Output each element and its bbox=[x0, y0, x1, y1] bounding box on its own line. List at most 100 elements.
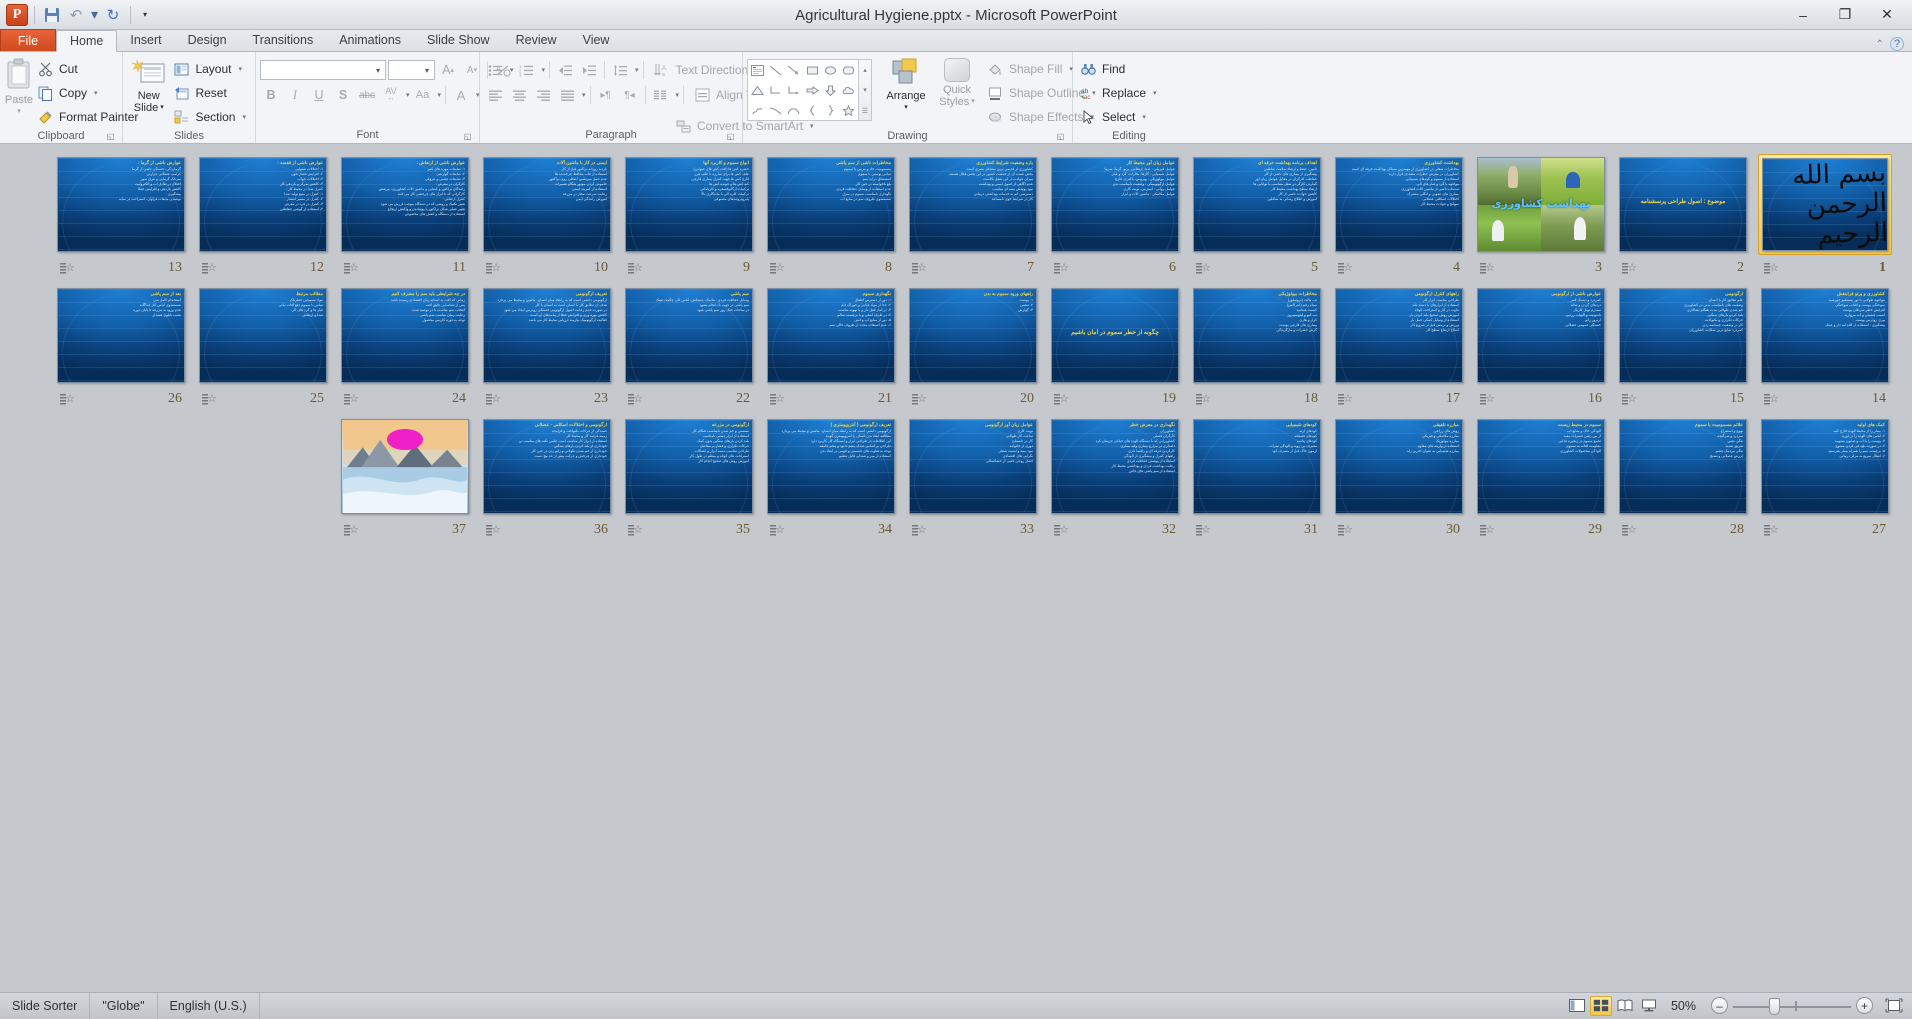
change-case-icon[interactable]: Aa bbox=[412, 84, 434, 106]
bold-icon[interactable]: B bbox=[260, 84, 282, 106]
customize-qat-icon[interactable]: ▾ bbox=[137, 4, 153, 26]
slide-thumbnail[interactable]: مخاطرات ناشی از سم پاشیمسمومیت حاد و مزم… bbox=[764, 154, 898, 255]
slide-thumbnail[interactable]: کمک های اولیه۱- بیمار را از محیط آلوده خ… bbox=[1758, 416, 1892, 517]
slide-sorter-work-area[interactable]: بسم الله الرحمن الرحیم☆1موضوع : اصول طرا… bbox=[0, 144, 1912, 966]
zoom-in-button[interactable]: + bbox=[1856, 997, 1873, 1014]
shapes-gallery-more-icon[interactable]: ☰ bbox=[859, 101, 871, 120]
tab-design[interactable]: Design bbox=[175, 29, 240, 51]
help-icon[interactable]: ? bbox=[1890, 37, 1904, 51]
transition-star-icon[interactable]: ☆ bbox=[1622, 524, 1637, 537]
shape-block-arrow-right-icon[interactable] bbox=[803, 80, 821, 100]
slide-thumbnail[interactable]: بهداشت کشاورزیمخاطرات شغلی در کشاورزی از… bbox=[1332, 154, 1466, 255]
save-icon[interactable] bbox=[41, 4, 63, 26]
transition-star-icon[interactable]: ☆ bbox=[1622, 393, 1637, 406]
zoom-out-button[interactable]: – bbox=[1711, 997, 1728, 1014]
tab-home[interactable]: Home bbox=[56, 30, 117, 52]
slide-thumbnail[interactable]: تعریف ارگونومی ( آنتروپومتری )ارگونومی د… bbox=[764, 416, 898, 517]
bullets-icon[interactable] bbox=[484, 59, 506, 81]
transition-star-icon[interactable]: ☆ bbox=[60, 393, 75, 406]
undo-dropdown-icon[interactable]: ▾ bbox=[89, 4, 100, 26]
reading-view-button[interactable] bbox=[1614, 996, 1636, 1016]
slide-thumbnail[interactable]: انواع سموم و کاربرد آنهاحشره کش ها (آفت … bbox=[622, 154, 756, 255]
slide-thumbnail[interactable]: مخاطرات بیولوژیکیتب مالت (بروسلوز)سیاه ز… bbox=[1190, 285, 1324, 386]
bullets-caret-icon[interactable]: ▾ bbox=[510, 66, 514, 74]
shape-line-icon[interactable] bbox=[766, 60, 784, 80]
transition-star-icon[interactable]: ☆ bbox=[770, 262, 785, 275]
slide-thumbnail[interactable]: اهداف برنامه بهداشت حرفه ایتامین، حفظ و … bbox=[1190, 154, 1324, 255]
text-shadow-icon[interactable]: S bbox=[332, 84, 354, 106]
tab-file[interactable]: File bbox=[0, 29, 56, 51]
slide-thumbnail[interactable]: در چه شرایطی باید سم را مصرف کنیمزمانی ک… bbox=[338, 285, 472, 386]
clipboard-dialog-launcher[interactable]: ◱ bbox=[105, 131, 116, 142]
section-caret-icon[interactable]: ▾ bbox=[242, 113, 246, 121]
font-name-dropdown-icon[interactable]: ▾ bbox=[373, 66, 383, 75]
shape-arc-icon[interactable] bbox=[785, 100, 803, 120]
transition-star-icon[interactable]: ☆ bbox=[1196, 524, 1211, 537]
quick-styles-button[interactable]: Quick Styles ▾ bbox=[932, 55, 982, 128]
shapes-gallery[interactable] bbox=[747, 59, 859, 121]
slide-thumbnail[interactable]: بازه وضعیت شرایط کشاورزیکشاورزی از قدیمی… bbox=[906, 154, 1040, 255]
tab-insert[interactable]: Insert bbox=[117, 29, 174, 51]
reset-button[interactable]: Reset bbox=[170, 82, 251, 104]
transition-star-icon[interactable]: ☆ bbox=[770, 524, 785, 537]
section-button[interactable]: Section ▾ bbox=[170, 106, 251, 128]
tab-slide-show[interactable]: Slide Show bbox=[414, 29, 503, 51]
slide-thumbnail[interactable]: سم پاشیوسایل حفاظت فردی : ماسک، دستکش، ل… bbox=[622, 285, 756, 386]
transition-star-icon[interactable]: ☆ bbox=[628, 524, 643, 537]
redo-icon[interactable]: ↻ bbox=[102, 4, 124, 26]
slide-thumbnail[interactable]: ارگونومیعلم تطابق کار با انسانوضعیت های … bbox=[1616, 285, 1750, 386]
transition-star-icon[interactable]: ☆ bbox=[344, 393, 359, 406]
undo-icon[interactable]: ↶ bbox=[65, 4, 87, 26]
replace-button[interactable]: abac Replace ▾ bbox=[1077, 82, 1162, 104]
zoom-slider-handle[interactable] bbox=[1769, 998, 1780, 1015]
shapes-gallery-scroll-down-icon[interactable]: ▾ bbox=[859, 81, 871, 100]
transition-star-icon[interactable]: ☆ bbox=[486, 393, 501, 406]
slide-thumbnail[interactable]: سموم در محیط زیستآلودگی خاک و منابع آباز… bbox=[1474, 416, 1608, 517]
strikethrough-icon[interactable]: abc bbox=[356, 84, 378, 106]
font-color-icon[interactable]: A bbox=[450, 84, 472, 106]
copy-caret-icon[interactable]: ▾ bbox=[94, 89, 98, 97]
shape-block-arrow-down-icon[interactable] bbox=[821, 80, 839, 100]
shapes-gallery-scroll-up-icon[interactable]: ▴ bbox=[859, 60, 871, 79]
columns-icon[interactable] bbox=[650, 84, 672, 106]
slide-thumbnail[interactable]: عوامل زیان آور محیط کارعوامل فیزیکی : صد… bbox=[1048, 154, 1182, 255]
slide-thumbnail[interactable]: بسم الله الرحمن الرحیم bbox=[1758, 154, 1892, 255]
underline-icon[interactable]: U bbox=[308, 84, 330, 106]
status-language[interactable]: English (U.S.) bbox=[158, 993, 260, 1019]
slide-thumbnail[interactable]: راههای کنترل ارگونومیطراحی مناسب ابزار ک… bbox=[1332, 285, 1466, 386]
transition-star-icon[interactable]: ☆ bbox=[1480, 524, 1495, 537]
transition-star-icon[interactable]: ☆ bbox=[202, 262, 217, 275]
maximize-button[interactable]: ❐ bbox=[1824, 2, 1866, 27]
tab-view[interactable]: View bbox=[570, 29, 623, 51]
transition-star-icon[interactable]: ☆ bbox=[1764, 524, 1779, 537]
slide-thumbnail[interactable]: عوارض ناشی از ارتعاش :۱- ضایعات مهره های… bbox=[338, 154, 472, 255]
replace-caret-icon[interactable]: ▾ bbox=[1153, 89, 1157, 97]
transition-star-icon[interactable]: ☆ bbox=[1054, 262, 1069, 275]
slide-thumbnail[interactable]: ارگونومی در مزرعهنشستن و خم شدن نامناسب … bbox=[622, 416, 756, 517]
close-button[interactable]: ✕ bbox=[1866, 2, 1908, 27]
left-to-right-icon[interactable]: ▸¶ bbox=[595, 84, 617, 106]
change-case-caret-icon[interactable]: ▾ bbox=[438, 91, 442, 99]
transition-star-icon[interactable]: ☆ bbox=[912, 524, 927, 537]
numbering-icon[interactable]: 123 bbox=[516, 59, 538, 81]
transition-star-icon[interactable]: ☆ bbox=[1764, 262, 1779, 275]
layout-caret-icon[interactable]: ▾ bbox=[238, 65, 242, 73]
shapes-gallery-scrollbar[interactable]: ▴ ▾ ☰ bbox=[859, 59, 872, 121]
shape-right-brace-icon[interactable] bbox=[821, 100, 839, 120]
grow-font-icon[interactable]: A▴ bbox=[437, 59, 459, 81]
shape-elbow-arrow-connector-icon[interactable] bbox=[785, 80, 803, 100]
transition-star-icon[interactable]: ☆ bbox=[1764, 393, 1779, 406]
tab-review[interactable]: Review bbox=[503, 29, 570, 51]
drawing-dialog-launcher[interactable]: ◱ bbox=[1055, 131, 1066, 142]
tab-animations[interactable]: Animations bbox=[326, 29, 414, 51]
transition-star-icon[interactable]: ☆ bbox=[1338, 524, 1353, 537]
line-spacing-caret-icon[interactable]: ▾ bbox=[635, 66, 639, 74]
slide-show-view-button[interactable] bbox=[1638, 996, 1660, 1016]
slide-thumbnail[interactable]: علائم مسمومیت با سمومتهوع و استفراغسردرد… bbox=[1616, 416, 1750, 517]
increase-indent-icon[interactable] bbox=[578, 59, 600, 81]
slide-thumbnail[interactable]: راههای ورود سموم به بدن۱- پوست۲- تنفس۳- … bbox=[906, 285, 1040, 386]
status-theme-name[interactable]: "Globe" bbox=[90, 993, 157, 1019]
transition-star-icon[interactable]: ☆ bbox=[486, 524, 501, 537]
find-button[interactable]: Find bbox=[1077, 58, 1162, 80]
slide-thumbnail[interactable]: عوامل زیان آور ارگونومینوبت کاریساعت کار… bbox=[906, 416, 1040, 517]
